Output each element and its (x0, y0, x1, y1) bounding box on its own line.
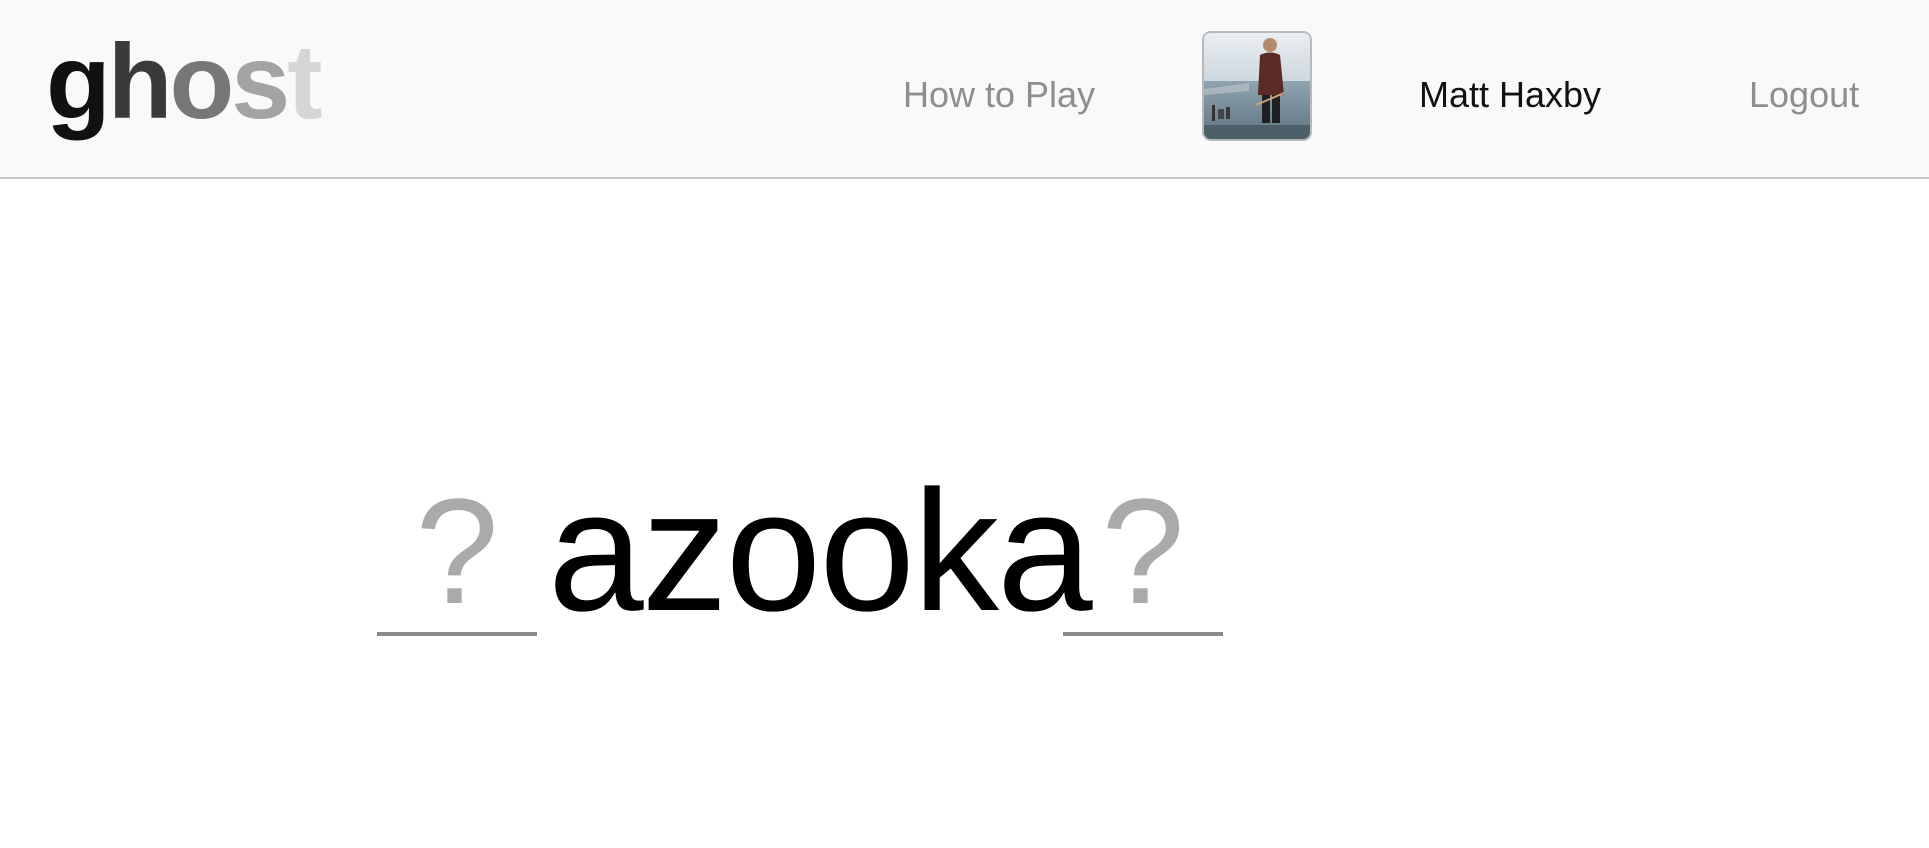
logo-letter: g (46, 23, 111, 141)
user-photo-icon (1204, 33, 1310, 139)
left-slot-underline (377, 632, 537, 636)
logout-link[interactable]: Logout (1749, 70, 1859, 120)
logo-letter: s (231, 23, 290, 141)
how-to-play-link[interactable]: How to Play (903, 70, 1095, 120)
header: ghost How to Play Matt Haxby Logout (0, 0, 1929, 179)
game-board: ? azooka ? (0, 181, 1929, 848)
right-slot-underline (1063, 632, 1223, 636)
ghost-logo[interactable]: ghost (46, 22, 323, 142)
logo-letter: h (107, 23, 173, 141)
add-letter-left-slot[interactable]: ? (377, 476, 537, 636)
avatar[interactable] (1202, 31, 1312, 141)
logo-letter: o (169, 23, 235, 141)
right-question-mark: ? (1101, 467, 1185, 635)
add-letter-right-slot[interactable]: ? (1063, 476, 1223, 636)
logo-letter: t (287, 23, 322, 141)
current-word: azooka (548, 455, 1093, 647)
user-name-link[interactable]: Matt Haxby (1419, 70, 1601, 120)
left-question-mark: ? (415, 467, 499, 635)
